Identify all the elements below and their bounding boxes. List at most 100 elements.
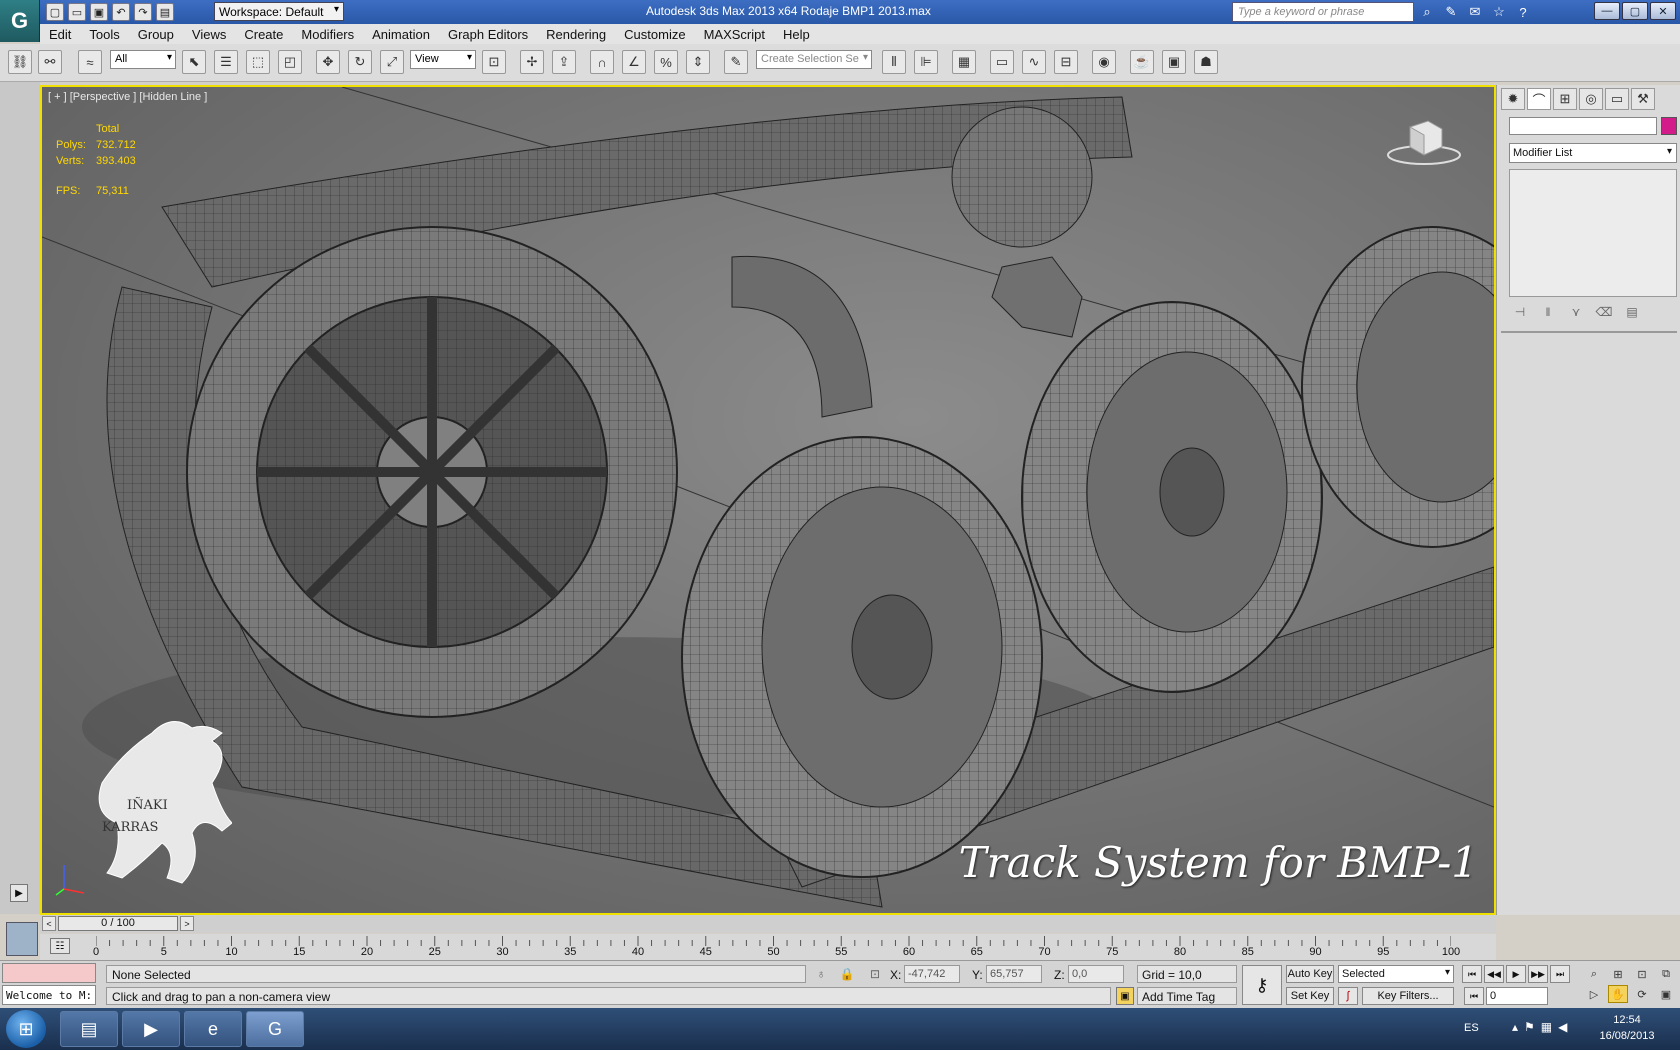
y-coordinate-field[interactable]: 65,757 <box>986 965 1042 983</box>
graphite-ribbon-icon[interactable]: ▭ <box>990 50 1014 74</box>
perspective-viewport[interactable]: [ + ] [Perspective ] [Hidden Line ] Tota… <box>40 85 1496 915</box>
display-tab-icon[interactable]: ▭ <box>1605 88 1629 110</box>
selection-lock-icon[interactable]: 🔒 <box>838 965 856 983</box>
utilities-tab-icon[interactable]: ⚒ <box>1631 88 1655 110</box>
align-icon[interactable]: ⊫ <box>914 50 938 74</box>
schematic-view-icon[interactable]: ⊟ <box>1054 50 1078 74</box>
play-icon[interactable]: ▶ <box>1506 965 1526 983</box>
favorites-icon[interactable]: ☆ <box>1490 3 1508 21</box>
rotate-icon[interactable]: ↻ <box>348 50 372 74</box>
next-key-icon[interactable]: ▶▶ <box>1528 965 1548 983</box>
track-bar[interactable]: ☷ 0 5 10 15 20 25 30 35 40 45 50 55 60 65 70 75 80 85 90 95… <box>40 934 1496 960</box>
render-setup-icon[interactable]: ☕ <box>1130 50 1154 74</box>
bind-space-warp-icon[interactable]: ≈ <box>78 50 102 74</box>
mirror-icon[interactable]: ⫴ <box>882 50 906 74</box>
previous-key-icon[interactable]: ◀◀ <box>1484 965 1504 983</box>
isolate-selection-icon[interactable]: ♁ <box>812 965 830 983</box>
help-icon[interactable]: ? <box>1514 3 1532 21</box>
volume-icon[interactable]: ◀ <box>1558 1020 1567 1034</box>
maxscript-mini-listener[interactable]: Welcome to M: <box>2 985 96 1005</box>
zoom-extents-icon[interactable]: ⊡ <box>1632 965 1652 983</box>
binoculars-icon[interactable]: ⌕ <box>1418 3 1436 21</box>
absolute-mode-transform-icon[interactable]: ⊡ <box>866 965 884 983</box>
subscription-icon[interactable]: ✎ <box>1442 3 1460 21</box>
percent-snap-icon[interactable]: % <box>654 50 678 74</box>
key-filters-button[interactable]: Key Filters... <box>1362 987 1454 1005</box>
internet-explorer-taskbar-icon[interactable]: e <box>184 1011 242 1047</box>
open-file-icon[interactable]: ▭ <box>68 3 86 21</box>
menu-rendering[interactable]: Rendering <box>537 24 615 44</box>
pin-stack-icon[interactable]: ⊣ <box>1509 303 1531 321</box>
go-to-start-icon[interactable]: ⏮ <box>1462 965 1482 983</box>
render-production-icon[interactable]: ☗ <box>1194 50 1218 74</box>
undo-icon[interactable]: ↶ <box>112 3 130 21</box>
window-crossing-icon[interactable]: ◰ <box>278 50 302 74</box>
maximize-button[interactable]: ▢ <box>1622 2 1648 20</box>
minimize-button[interactable]: — <box>1594 2 1620 20</box>
start-button[interactable]: ⊞ <box>6 1010 46 1048</box>
project-folder-icon[interactable]: ▤ <box>156 3 174 21</box>
layer-manager-icon[interactable]: ▦ <box>952 50 976 74</box>
curve-editor-icon[interactable]: ∿ <box>1022 50 1046 74</box>
named-selection-dropdown[interactable]: Create Selection Se <box>756 50 872 69</box>
angle-snap-icon[interactable]: ∠ <box>622 50 646 74</box>
menu-customize[interactable]: Customize <box>615 24 694 44</box>
system-clock[interactable]: 12:54 16/08/2013 <box>1592 1012 1662 1044</box>
unlink-icon[interactable]: ⚯ <box>38 50 62 74</box>
menu-tools[interactable]: Tools <box>80 24 128 44</box>
menu-help[interactable]: Help <box>774 24 819 44</box>
menu-animation[interactable]: Animation <box>363 24 439 44</box>
make-unique-icon[interactable]: ⋎ <box>1565 303 1587 321</box>
show-end-result-icon[interactable]: ‖ <box>1537 303 1559 321</box>
go-to-end-icon[interactable]: ⏭ <box>1550 965 1570 983</box>
menu-modifiers[interactable]: Modifiers <box>292 24 363 44</box>
expand-panel-icon[interactable]: ▶ <box>10 884 28 902</box>
scale-icon[interactable]: ⤢ <box>380 50 404 74</box>
modifier-stack[interactable] <box>1509 169 1677 297</box>
previous-frame-icon[interactable]: < <box>42 916 56 931</box>
pivot-center-icon[interactable]: ⊡ <box>482 50 506 74</box>
3dsmax-taskbar-icon[interactable]: G <box>246 1011 304 1047</box>
app-logo-icon[interactable]: G <box>0 0 40 42</box>
workspace-dropdown[interactable]: Workspace: Default <box>214 2 344 21</box>
new-file-icon[interactable]: ▢ <box>46 3 64 21</box>
key-mode-toggle-icon[interactable]: ⏮ <box>1464 987 1484 1005</box>
media-player-taskbar-icon[interactable]: ▶ <box>122 1011 180 1047</box>
z-coordinate-field[interactable]: 0,0 <box>1068 965 1124 983</box>
save-file-icon[interactable]: ▣ <box>90 3 108 21</box>
spinner-snap-icon[interactable]: ⇕ <box>686 50 710 74</box>
next-frame-icon[interactable]: > <box>180 916 194 931</box>
zoom-all-icon[interactable]: ⊞ <box>1608 965 1628 983</box>
set-keys-icon[interactable]: ⚷ <box>1242 965 1282 1005</box>
menu-maxscript[interactable]: MAXScript <box>695 24 774 44</box>
material-editor-icon[interactable]: ◉ <box>1092 50 1116 74</box>
menu-create[interactable]: Create <box>235 24 292 44</box>
create-tab-icon[interactable]: ✹ <box>1501 88 1525 110</box>
orbit-icon[interactable]: ⟳ <box>1632 985 1652 1003</box>
select-by-name-icon[interactable]: ☰ <box>214 50 238 74</box>
rectangular-selection-icon[interactable]: ⬚ <box>246 50 270 74</box>
motion-tab-icon[interactable]: ◎ <box>1579 88 1603 110</box>
menu-views[interactable]: Views <box>183 24 235 44</box>
select-and-manipulate-icon[interactable]: ✢ <box>520 50 544 74</box>
field-of-view-icon[interactable]: ▷ <box>1584 985 1604 1003</box>
set-key-button[interactable]: Set Key <box>1286 987 1334 1005</box>
modify-tab-icon[interactable]: ⌒ <box>1527 88 1551 110</box>
explorer-taskbar-icon[interactable]: ▤ <box>60 1011 118 1047</box>
rendered-frame-window-icon[interactable]: ▣ <box>1162 50 1186 74</box>
add-time-tag-button[interactable]: Add Time Tag <box>1137 987 1237 1005</box>
reference-coordinate-dropdown[interactable]: View <box>410 50 476 69</box>
time-slider-thumb[interactable]: 0 / 100 <box>58 916 178 931</box>
default-tangent-icon[interactable]: ∫ <box>1338 987 1358 1005</box>
key-mode-dropdown[interactable]: Selected <box>1338 965 1454 983</box>
close-button[interactable]: ✕ <box>1650 2 1676 20</box>
input-language[interactable]: ES <box>1464 1022 1479 1034</box>
pan-view-icon[interactable]: ✋ <box>1608 985 1628 1003</box>
search-input[interactable]: Type a keyword or phrase <box>1232 2 1414 22</box>
zoom-extents-all-icon[interactable]: ⧉ <box>1656 965 1676 983</box>
current-frame-field[interactable]: 0 <box>1486 987 1548 1005</box>
selection-filter-dropdown[interactable]: All <box>110 50 176 69</box>
open-mini-curve-editor-icon[interactable]: ☷ <box>50 938 70 954</box>
auto-key-button[interactable]: Auto Key <box>1286 965 1334 983</box>
time-tag-icon[interactable]: ▣ <box>1116 987 1134 1005</box>
